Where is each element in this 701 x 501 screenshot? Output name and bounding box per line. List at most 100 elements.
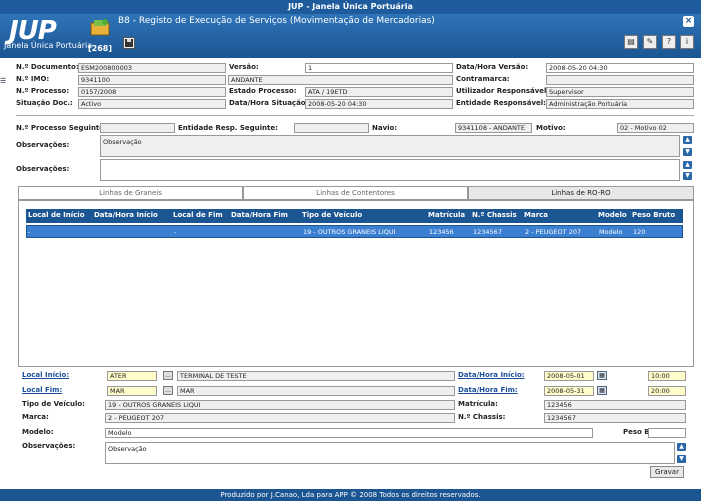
sub-logo: Janela Única Portuária <box>4 41 93 50</box>
help-icon[interactable]: ? <box>662 35 676 49</box>
hora-inicio-field[interactable]: 10:00 <box>648 371 686 381</box>
utilizador-field: Supervisor <box>546 87 694 97</box>
col-data-fim: Data/Hora Fim <box>231 211 288 219</box>
col-data-inicio: Data/Hora Início <box>94 211 158 219</box>
obs2-label: Observações: <box>16 165 70 173</box>
col-chassis: N.º Chassis <box>472 211 517 219</box>
obs2-textarea[interactable] <box>100 159 680 181</box>
data-fim-link[interactable]: Data/Hora Fim: <box>458 386 518 394</box>
tab-bar: Linhas de Graneis Linhas de Contentores … <box>18 186 694 200</box>
divider <box>16 115 694 116</box>
col-tipo: Tipo de Veículo <box>302 211 363 219</box>
scroll-down-icon[interactable]: ▼ <box>683 172 692 180</box>
menu-toggle-icon[interactable]: ☰ <box>0 77 8 85</box>
info-icon[interactable]: i <box>680 35 694 49</box>
data-inicio-field[interactable]: 2008-05-01 <box>544 371 594 381</box>
estado-processo-label: Estado Processo: <box>229 87 297 95</box>
modelo-field[interactable]: Modelo <box>105 428 593 438</box>
marca-field: 2 - PEUGEOT 207 <box>105 413 455 423</box>
col-peso: Peso Bruto <box>632 211 676 219</box>
chassis-field: 1234567 <box>544 413 686 423</box>
lookup-icon[interactable]: … <box>163 371 173 380</box>
scroll-up-icon[interactable]: ▲ <box>677 443 686 451</box>
data-fim-field[interactable]: 2008-05-31 <box>544 386 594 396</box>
obs-label: Observações: <box>22 442 76 450</box>
data-situacao-field: 2008-05-20 04:30 <box>305 99 453 109</box>
tab-roro[interactable]: Linhas de RO-RO <box>468 186 694 200</box>
col-modelo: Modelo <box>598 211 627 219</box>
num-documento-label: N.º Documento: <box>16 63 79 71</box>
local-inicio-link[interactable]: Local Início: <box>22 371 69 379</box>
obs1-label: Observações: <box>16 141 70 149</box>
scroll-up-icon[interactable]: ▲ <box>683 136 692 144</box>
local-fim-link[interactable]: Local Fim: <box>22 386 62 394</box>
marca-label: Marca: <box>22 413 49 421</box>
data-versao-label: Data/Hora Versão: <box>456 63 529 71</box>
save-icon[interactable] <box>123 37 135 49</box>
cell-modelo: Modelo <box>599 228 623 236</box>
data-inicio-link[interactable]: Data/Hora Início: <box>458 371 525 379</box>
grid-header: Local de Início Data/Hora Início Local d… <box>26 209 683 223</box>
cell-matricula: 123456 <box>429 228 454 236</box>
scroll-up-icon[interactable]: ▲ <box>683 161 692 169</box>
cell-tipo: 19 - OUTROS GRANEIS LIQUI <box>303 228 396 236</box>
entidade-field: Administração Portuária <box>546 99 694 109</box>
processo-seguinte-field <box>100 123 175 133</box>
hora-fim-field[interactable]: 20:00 <box>648 386 686 396</box>
lines-grid: Local de Início Data/Hora Início Local d… <box>26 209 683 238</box>
scroll-down-icon[interactable]: ▼ <box>677 455 686 463</box>
col-marca: Marca <box>524 211 549 219</box>
tab-graneis[interactable]: Linhas de Graneis <box>18 186 243 200</box>
data-versao-field: 2008-05-20 04:30 <box>546 63 694 73</box>
col-local-fim: Local de Fim <box>173 211 223 219</box>
entidade-label: Entidade Responsável: <box>456 99 546 107</box>
estado-processo-field: ATA / 19ETD <box>305 87 453 97</box>
local-fim-code[interactable]: MAR <box>107 386 157 396</box>
cell-local-fim: - <box>174 228 177 236</box>
lookup-icon[interactable]: … <box>163 386 173 395</box>
calendar-icon[interactable]: ▦ <box>597 386 607 395</box>
tipo-label: Tipo de Veículo: <box>22 400 85 408</box>
document-module-icon <box>88 17 112 39</box>
tab-contentores[interactable]: Linhas de Contentores <box>243 186 468 200</box>
num-documento-field: ESM200800003 <box>78 63 226 73</box>
situacao-doc-field: Activo <box>78 99 226 109</box>
close-icon[interactable]: × <box>683 16 694 27</box>
contramarca-label: Contramarca: <box>456 75 510 83</box>
entidade-seguinte-label: Entidade Resp. Seguinte: <box>178 124 278 132</box>
matricula-label: Matrícula: <box>458 400 498 408</box>
cell-peso: 120 <box>633 228 646 236</box>
navio-label: Navio: <box>372 124 398 132</box>
num-processo-field: 0157/2008 <box>78 87 226 97</box>
data-situacao-label: Data/Hora Situação: <box>229 99 309 107</box>
print-icon[interactable]: ▤ <box>624 35 638 49</box>
obs-textarea[interactable]: Observação <box>105 442 675 464</box>
local-fim-name: MAR <box>177 386 455 396</box>
calendar-icon[interactable]: ▦ <box>597 371 607 380</box>
motivo-label: Motivo: <box>536 124 566 132</box>
matricula-field: 123456 <box>544 400 686 410</box>
situacao-doc-label: Situação Doc.: <box>16 99 73 107</box>
navio-nome-field: ANDANTE <box>228 75 453 85</box>
chassis-label: N.º Chassis: <box>458 413 506 421</box>
navio-field: 9341108 - ANDANTE <box>455 123 532 133</box>
peso-field[interactable] <box>648 428 686 438</box>
table-row[interactable]: - - 19 - OUTROS GRANEIS LIQUI 123456 123… <box>26 225 683 238</box>
scroll-down-icon[interactable]: ▼ <box>683 148 692 156</box>
local-inicio-code[interactable]: ATER <box>107 371 157 381</box>
versao-field: 1 <box>305 63 453 73</box>
window-title: JUP - Janela Única Portuária <box>0 0 701 14</box>
edit-icon[interactable]: ✎ <box>643 35 657 49</box>
col-local-inicio: Local de Início <box>28 211 85 219</box>
utilizador-label: Utilizador Responsável: <box>456 87 550 95</box>
app-banner: JUP Janela Única Portuária [268] B8 - Re… <box>0 14 701 58</box>
num-processo-label: N.º Processo: <box>16 87 70 95</box>
tipo-field: 19 - OUTROS GRANEIS LIQUI <box>105 400 455 410</box>
counter-badge: [268] <box>88 44 113 53</box>
modelo-label: Modelo: <box>22 428 54 436</box>
obs1-textarea[interactable]: Observação <box>100 135 680 157</box>
gravar-button[interactable]: Gravar <box>650 466 684 478</box>
local-inicio-name: TERMINAL DE TESTE <box>177 371 455 381</box>
page-title: B8 - Registo de Execução de Serviços (Mo… <box>118 16 435 26</box>
entidade-seguinte-field <box>294 123 369 133</box>
